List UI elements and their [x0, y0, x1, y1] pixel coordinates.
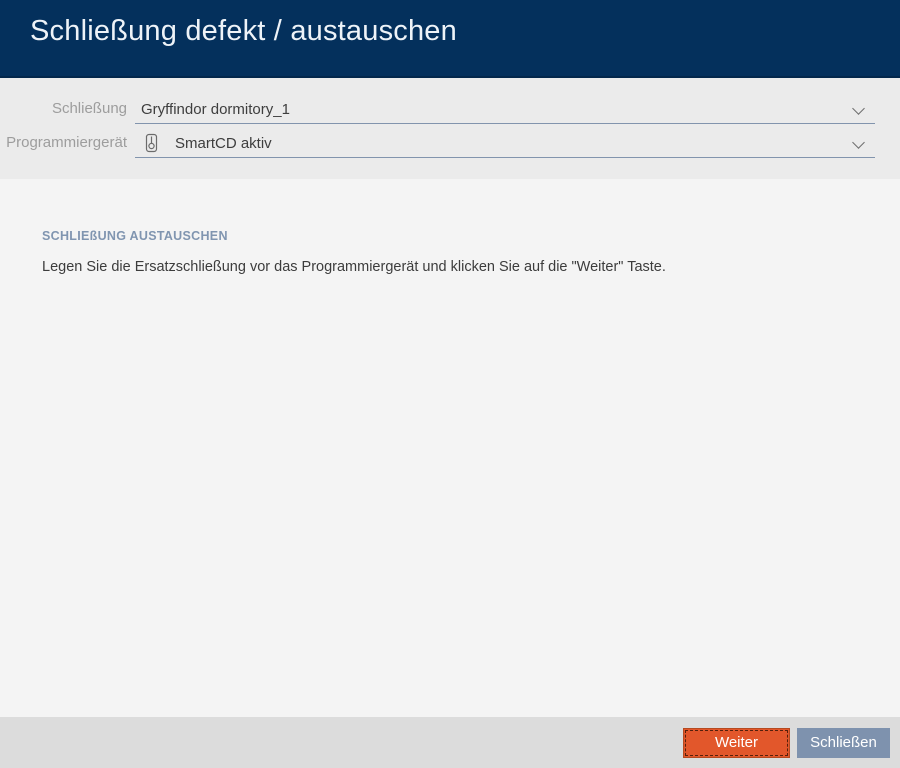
programmer-field-label: Programmiergerät — [6, 134, 127, 151]
lock-replace-dialog: Schließung defekt / austauschen Schließu… — [0, 0, 900, 768]
dialog-footer: Weiter Schließen — [0, 717, 900, 768]
lock-select-value: Gryffindor dormitory_1 — [141, 101, 290, 118]
section-title: SCHLIEßUNG AUSTAUSCHEN — [42, 229, 228, 243]
programmer-select[interactable]: SmartCD aktiv — [135, 130, 875, 158]
programmer-select-value: SmartCD aktiv — [175, 135, 272, 152]
programmer-device-icon — [145, 133, 158, 153]
form-row-lock: Schließung Gryffindor dormitory_1 — [0, 96, 900, 124]
form-row-programmer: Programmiergerät SmartCD aktiv — [0, 130, 900, 158]
lock-field-label: Schließung — [51, 100, 127, 117]
instruction-text: Legen Sie die Ersatzschließung vor das P… — [42, 259, 666, 275]
chevron-down-icon[interactable] — [852, 102, 865, 115]
next-button[interactable]: Weiter — [683, 728, 790, 758]
lock-select[interactable]: Gryffindor dormitory_1 — [135, 96, 875, 124]
form-area: Schließung Gryffindor dormitory_1 Progra… — [0, 78, 900, 179]
chevron-down-icon[interactable] — [852, 136, 865, 149]
wizard-content: SCHLIEßUNG AUSTAUSCHEN Legen Sie die Ers… — [0, 179, 900, 717]
page-title: Schließung defekt / austauschen — [30, 15, 457, 47]
close-button[interactable]: Schließen — [797, 728, 890, 758]
dialog-header: Schließung defekt / austauschen — [0, 0, 900, 78]
